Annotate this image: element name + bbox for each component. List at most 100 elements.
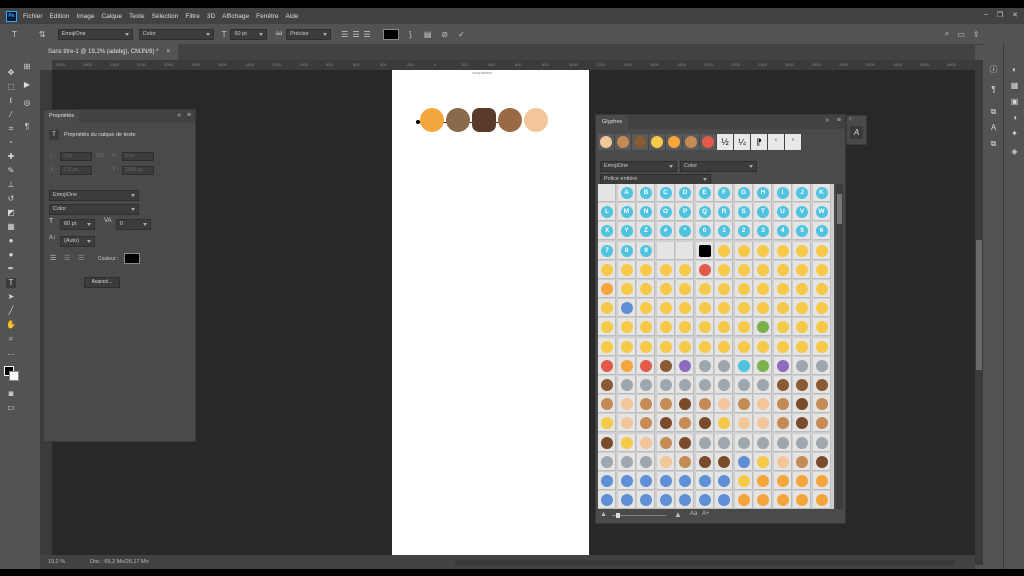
recent-emoji-glyph[interactable]	[615, 134, 632, 150]
glyph-cell[interactable]	[812, 356, 831, 375]
glyph-cell[interactable]	[812, 414, 831, 433]
prop-font-style-select[interactable]: Color	[49, 204, 139, 215]
glyph-cell-letter[interactable]: #	[656, 222, 675, 241]
recent-text-glyph[interactable]: ½	[717, 134, 734, 150]
glyph-cell[interactable]	[695, 433, 714, 452]
glyph-cell[interactable]	[793, 260, 811, 279]
glyph-cell[interactable]	[637, 472, 655, 490]
font-size-select[interactable]: 60 pt	[230, 28, 268, 40]
glyph-cell-letter[interactable]: 8	[617, 241, 636, 260]
glyph-cell[interactable]	[773, 414, 792, 433]
glyph-cell[interactable]	[793, 280, 811, 298]
glyph-cell[interactable]	[637, 491, 655, 509]
glyph-cell[interactable]	[695, 414, 714, 433]
glyph-cell[interactable]	[812, 376, 831, 394]
menu-item-3d[interactable]: 3D	[207, 13, 215, 20]
search-icon[interactable]: ⌕	[945, 29, 949, 39]
menu-item-selection[interactable]: Sélection	[152, 13, 179, 20]
glyph-cell-letter[interactable]: T	[754, 203, 772, 222]
glyph-cell[interactable]	[676, 452, 694, 471]
glyph-cell-letter[interactable]: S	[734, 203, 753, 222]
glyph-cell[interactable]	[695, 376, 714, 394]
glyph-cell[interactable]	[656, 318, 675, 337]
recent-text-glyph[interactable]: ⁋	[751, 134, 768, 150]
glyph-cell[interactable]	[754, 452, 772, 471]
zoom-slider-handle[interactable]	[616, 513, 620, 518]
glyph-font-family-select[interactable]: EmojiOne	[600, 161, 677, 172]
glyph-cell[interactable]	[617, 395, 636, 414]
artboard-tool-icon[interactable]: ⊞	[22, 62, 32, 72]
glyph-cell[interactable]	[812, 395, 831, 414]
glyph-cell[interactable]	[656, 414, 675, 433]
glyph-cell[interactable]	[637, 337, 655, 356]
recent-text-glyph[interactable]: ’	[785, 134, 802, 150]
font-style-select[interactable]: Color	[138, 28, 214, 40]
glyph-cell[interactable]	[734, 452, 753, 471]
glyph-cell[interactable]	[598, 260, 616, 279]
glyph-cell[interactable]	[617, 452, 636, 471]
glyph-cell-letter[interactable]: F	[715, 184, 733, 202]
glyph-cell[interactable]	[598, 452, 616, 471]
glyph-cell[interactable]	[695, 260, 714, 279]
pen-tool-icon[interactable]: ✒	[6, 264, 16, 274]
glyph-cell[interactable]	[617, 433, 636, 452]
menu-item-image[interactable]: Image	[76, 13, 94, 20]
glyph-cell[interactable]	[715, 452, 733, 471]
glyph-cell[interactable]	[637, 260, 655, 279]
glyph-cell[interactable]	[715, 472, 733, 490]
glyph-size-icon[interactable]: Aa	[690, 511, 697, 517]
stamp-tool-icon[interactable]: ⊥	[6, 180, 16, 190]
text-color-swatch[interactable]	[382, 28, 399, 40]
glyph-cell[interactable]	[793, 337, 811, 356]
glyph-cell[interactable]	[695, 395, 714, 414]
glyph-cell[interactable]	[598, 299, 616, 318]
color-icon[interactable]: ◐	[1009, 64, 1020, 75]
restore-icon[interactable]: ❐	[997, 11, 1003, 19]
glyph-cell[interactable]	[695, 472, 714, 490]
glyph-size-up-icon[interactable]: A+	[702, 511, 710, 517]
glyph-cell[interactable]	[617, 299, 636, 318]
glyph-cell-letter[interactable]: I	[773, 184, 792, 202]
info-icon[interactable]: ⓘ	[988, 64, 999, 75]
glyph-cell-letter[interactable]: Y	[617, 222, 636, 241]
glyph-cell[interactable]	[734, 395, 753, 414]
close-icon[interactable]: ✕	[1012, 11, 1018, 19]
small-glyph-icon[interactable]: ▲	[600, 511, 607, 518]
glyph-cell-letter[interactable]: U	[773, 203, 792, 222]
recent-emoji-glyph[interactable]	[666, 134, 683, 150]
collapse-icon[interactable]: «	[177, 112, 181, 119]
glyph-cell[interactable]	[793, 491, 811, 509]
align-center-icon[interactable]: ☰	[64, 254, 70, 262]
glyph-cell[interactable]	[793, 472, 811, 490]
glyph-cell-letter[interactable]: 3	[754, 222, 772, 241]
glyph-cell[interactable]	[734, 337, 753, 356]
glyph-cell[interactable]	[793, 376, 811, 394]
glyph-cell[interactable]	[773, 318, 792, 337]
glyph-cell[interactable]	[637, 299, 655, 318]
glyph-cell-letter[interactable]: R	[715, 203, 733, 222]
glyph-cell[interactable]	[773, 491, 792, 509]
glyph-cell-empty[interactable]	[598, 184, 616, 202]
glyph-cell[interactable]	[734, 241, 753, 260]
glyph-cell[interactable]	[656, 452, 675, 471]
glyph-cell[interactable]	[812, 337, 831, 356]
prop-font-family-select[interactable]: EmojiOne	[49, 190, 139, 201]
glyph-cell[interactable]	[637, 395, 655, 414]
glyph-scrollbar[interactable]	[836, 184, 843, 509]
glyph-cell[interactable]	[617, 260, 636, 279]
recent-text-glyph[interactable]: ¼	[734, 134, 751, 150]
glyph-cell[interactable]	[637, 356, 655, 375]
glyph-cell[interactable]	[812, 260, 831, 279]
antialias-select[interactable]: Précise	[286, 28, 332, 40]
eyedropper-tool-icon[interactable]: ⁃	[6, 138, 16, 148]
glyph-cell[interactable]	[754, 395, 772, 414]
glyph-cell[interactable]	[715, 260, 733, 279]
glyph-cell[interactable]	[773, 452, 792, 471]
glyph-cell[interactable]	[754, 260, 772, 279]
orientation-toggle-icon[interactable]: ⇅	[39, 30, 46, 39]
glyph-cell[interactable]	[773, 433, 792, 452]
recent-emoji-glyph[interactable]	[700, 134, 717, 150]
glyph-cell[interactable]	[598, 414, 616, 433]
background-color-swatch[interactable]	[9, 371, 19, 381]
glyph-cell[interactable]	[598, 280, 616, 298]
